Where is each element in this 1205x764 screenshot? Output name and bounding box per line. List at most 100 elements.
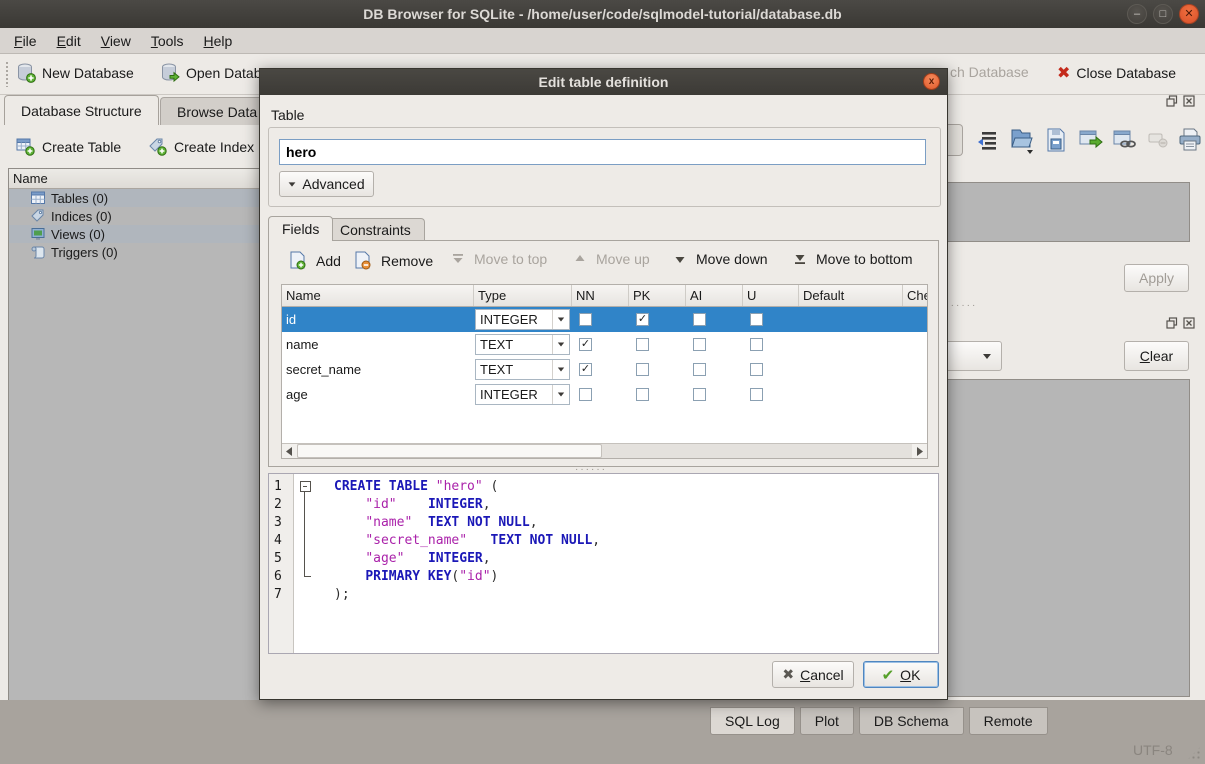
move-top-icon xyxy=(452,253,464,265)
checkbox-nn[interactable] xyxy=(579,313,592,326)
grid-column-header[interactable]: Type xyxy=(474,285,572,306)
checkbox-u[interactable] xyxy=(750,388,763,401)
dialog-titlebar[interactable]: Edit table definition xyxy=(260,69,947,95)
grid-horizontal-scrollbar[interactable] xyxy=(282,443,927,458)
toolbar-grip[interactable] xyxy=(5,61,9,87)
tab-db-schema[interactable]: DB Schema xyxy=(859,707,964,735)
tab-remote[interactable]: Remote xyxy=(969,707,1048,735)
checkbox-pk[interactable] xyxy=(636,388,649,401)
scrollbar-thumb[interactable] xyxy=(297,444,602,458)
scroll-right-arrow[interactable] xyxy=(912,444,927,458)
field-type-combo[interactable]: TEXT xyxy=(475,359,570,380)
close-database-button[interactable]: ✖ Close Database xyxy=(1057,63,1176,83)
menu-tools[interactable]: Tools xyxy=(141,30,194,52)
tab-constraints[interactable]: Constraints xyxy=(326,218,425,241)
set-null-icon[interactable] xyxy=(1148,132,1170,150)
move-up-button[interactable]: Move up xyxy=(574,251,650,267)
grid-column-header[interactable]: NN xyxy=(572,285,629,306)
clear-log-button[interactable]: Clear xyxy=(1124,341,1189,371)
remove-field-button[interactable]: Remove xyxy=(354,251,433,270)
advanced-toggle-button[interactable]: Advanced xyxy=(279,171,374,197)
grid-column-header[interactable]: Name xyxy=(282,285,474,306)
tree-item-label: Indices (0) xyxy=(51,209,112,224)
dock-float-icon[interactable] xyxy=(1166,95,1178,107)
checkbox-pk[interactable] xyxy=(636,338,649,351)
checkbox-pk[interactable]: ✓ xyxy=(636,313,649,326)
dock-close-icon[interactable] xyxy=(1183,95,1195,107)
mode-combo-clipped[interactable] xyxy=(948,124,963,156)
grid-column-header[interactable]: AI xyxy=(686,285,743,306)
chevron-down-icon xyxy=(289,182,296,186)
checkbox-u[interactable] xyxy=(750,313,763,326)
tab-plot[interactable]: Plot xyxy=(800,707,854,735)
tab-database-structure[interactable]: Database Structure xyxy=(4,95,159,125)
grid-column-header[interactable]: PK xyxy=(629,285,686,306)
minimize-button[interactable]: – xyxy=(1127,4,1147,24)
field-name-cell[interactable]: secret_name xyxy=(282,362,474,377)
close-window-button[interactable]: ✕ xyxy=(1179,4,1199,24)
checkbox-u[interactable] xyxy=(750,338,763,351)
maximize-button[interactable]: □ xyxy=(1153,4,1173,24)
link-cell-icon[interactable] xyxy=(1112,128,1138,152)
print-cell-icon[interactable] xyxy=(1178,127,1202,153)
cell-format-icon[interactable] xyxy=(975,128,999,152)
sql-line: 1CREATE TABLE "hero" ( xyxy=(269,478,938,496)
menu-help[interactable]: Help xyxy=(194,30,243,52)
import-cell-icon[interactable] xyxy=(1008,127,1034,155)
tab-constraints-label: Constraints xyxy=(340,222,411,238)
tab-fields[interactable]: Fields xyxy=(268,216,333,241)
checkbox-ai[interactable] xyxy=(693,313,706,326)
encoding-indicator[interactable]: UTF-8 xyxy=(1133,742,1173,758)
cancel-button[interactable]: ✖ Cancel xyxy=(772,661,854,688)
field-row[interactable]: ageINTEGER xyxy=(282,382,927,407)
grid-column-header[interactable]: Default xyxy=(799,285,903,306)
field-type-combo[interactable]: TEXT xyxy=(475,334,570,355)
new-database-button[interactable]: New Database xyxy=(16,62,134,84)
create-table-button[interactable]: Create Table xyxy=(16,137,121,156)
checkbox-u[interactable] xyxy=(750,363,763,376)
create-index-button[interactable]: Create Index xyxy=(148,137,254,156)
table-name-group: Advanced xyxy=(268,127,941,207)
export-cell-icon[interactable] xyxy=(1044,127,1068,153)
dock-close-icon[interactable] xyxy=(1183,317,1195,329)
move-to-bottom-button[interactable]: Move to bottom xyxy=(794,251,913,267)
menu-edit[interactable]: Edit xyxy=(47,30,91,52)
tab-browse-data[interactable]: Browse Data xyxy=(160,97,274,125)
line-number: 3 xyxy=(269,514,294,532)
ok-button[interactable]: ✔ OK xyxy=(863,661,939,688)
field-name-cell[interactable]: name xyxy=(282,337,474,352)
add-field-button[interactable]: Add xyxy=(289,251,341,270)
dock-float-icon[interactable] xyxy=(1166,317,1178,329)
menu-view[interactable]: View xyxy=(91,30,141,52)
field-type-combo[interactable]: INTEGER xyxy=(475,309,570,330)
field-name-cell[interactable]: id xyxy=(282,312,474,327)
field-name-cell[interactable]: age xyxy=(282,387,474,402)
checkbox-nn[interactable]: ✓ xyxy=(579,363,592,376)
table-name-input[interactable] xyxy=(279,139,926,165)
checkbox-ai[interactable] xyxy=(693,338,706,351)
checkbox-pk[interactable] xyxy=(636,363,649,376)
scroll-left-arrow[interactable] xyxy=(282,444,297,458)
field-row[interactable]: nameTEXT ✓ xyxy=(282,332,927,357)
sql-preview[interactable]: 1CREATE TABLE "hero" (2 "id" INTEGER,3 "… xyxy=(268,473,939,654)
checkbox-ai[interactable] xyxy=(693,388,706,401)
tab-fields-label: Fields xyxy=(282,221,319,237)
dialog-close-button[interactable]: x xyxy=(923,73,940,90)
open-in-app-icon[interactable] xyxy=(1078,128,1104,152)
menu-file[interactable]: File xyxy=(4,30,47,52)
trigger-icon xyxy=(31,245,45,259)
checkbox-ai[interactable] xyxy=(693,363,706,376)
checkbox-nn[interactable]: ✓ xyxy=(579,338,592,351)
field-row[interactable]: secret_nameTEXT ✓ xyxy=(282,357,927,382)
checkbox-nn[interactable] xyxy=(579,388,592,401)
attach-database-button[interactable]: ch Database xyxy=(950,64,1029,80)
apply-cell-button[interactable]: Apply xyxy=(1124,264,1189,292)
tab-sql-log[interactable]: SQL Log xyxy=(710,707,795,735)
code-fold-icon[interactable] xyxy=(300,481,311,492)
move-to-top-button[interactable]: Move to top xyxy=(452,251,547,267)
field-row[interactable]: idINTEGER ✓ xyxy=(282,307,927,332)
grid-column-header[interactable]: Check xyxy=(903,285,928,306)
field-type-combo[interactable]: INTEGER xyxy=(475,384,570,405)
grid-column-header[interactable]: U xyxy=(743,285,799,306)
move-down-button[interactable]: Move down xyxy=(674,251,768,267)
